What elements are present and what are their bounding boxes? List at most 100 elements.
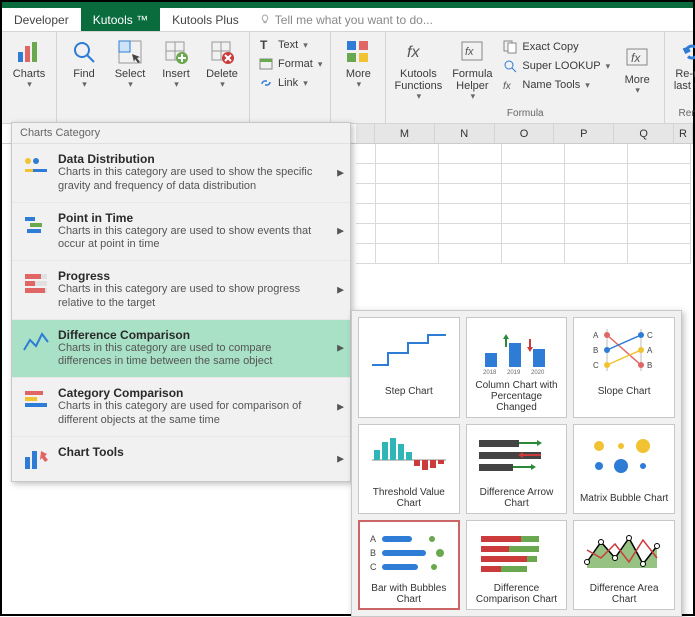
chart-slope[interactable]: AC BA CB Slope Chart [573, 317, 675, 418]
formula-helper-icon: fx [458, 38, 486, 66]
chart-label: Difference Comparison Chart [471, 583, 563, 605]
find-label: Find [73, 68, 94, 80]
col-h-Q[interactable]: Q [614, 124, 674, 143]
svg-text:B: B [593, 346, 598, 355]
category-category-comparison[interactable]: Category Comparison Charts in this categ… [12, 378, 350, 437]
delete-label: Delete [206, 68, 238, 80]
group-charts: Charts [2, 32, 57, 123]
rerun-button[interactable]: Re-run last utili [669, 34, 695, 96]
kutools-functions-label: Kutools Functions [392, 68, 444, 92]
more-button[interactable]: More [335, 34, 381, 94]
col-h-M[interactable]: M [375, 124, 435, 143]
category-difference-comparison[interactable]: Difference Comparison Charts in this cat… [12, 320, 350, 379]
find-icon [70, 38, 98, 66]
svg-text:B: B [647, 361, 652, 370]
tell-me-text: Tell me what you want to do... [275, 13, 433, 27]
tab-kutools-plus[interactable]: Kutools Plus [160, 8, 251, 31]
category-title: Category Comparison [58, 386, 326, 400]
category-desc: Charts in this category are used to show… [58, 283, 326, 311]
format-icon [258, 56, 274, 72]
category-title: Difference Comparison [58, 328, 326, 342]
submenu-arrow-icon: ▶ [337, 226, 344, 237]
link-icon [258, 75, 274, 91]
chart-step[interactable]: Step Chart [358, 317, 460, 418]
submenu-arrow-icon: ▶ [337, 401, 344, 412]
col-h-P[interactable]: P [554, 124, 614, 143]
col-h-O[interactable]: O [495, 124, 555, 143]
format-button[interactable]: Format [254, 55, 326, 73]
chart-matrix-bubble[interactable]: Matrix Bubble Chart [573, 424, 675, 514]
name-tools-icon: fx [502, 77, 518, 93]
insert-button[interactable]: Insert [153, 34, 199, 94]
category-desc: Charts in this category are used to show… [58, 166, 326, 194]
super-lookup-icon [502, 58, 518, 74]
delete-icon [208, 38, 236, 66]
difference-comparison-icon [471, 525, 561, 581]
more2-label: More [625, 74, 650, 86]
find-button[interactable]: Find [61, 34, 107, 94]
submenu-arrow-icon: ▶ [337, 167, 344, 178]
category-title: Data Distribution [58, 152, 326, 166]
chart-tools-icon [22, 445, 50, 473]
chart-label: Slope Chart [598, 380, 651, 402]
select-label: Select [115, 68, 146, 80]
select-button[interactable]: Select [107, 34, 153, 94]
group-label-empty3 [254, 108, 326, 121]
col-h-R[interactable]: R [674, 124, 693, 143]
rerun-label: Re-run last utili [671, 68, 695, 92]
ribbon: Charts Find Select Inser [2, 32, 693, 124]
chart-difference-comparison[interactable]: Difference Comparison Chart [466, 520, 568, 610]
col-h-N[interactable]: N [435, 124, 495, 143]
formula-helper-label: Formula Helper [448, 68, 496, 92]
chart-difference-area[interactable]: Difference Area Chart [573, 520, 675, 610]
formula-helper-button[interactable]: fx Formula Helper [446, 34, 498, 106]
svg-text:2020: 2020 [531, 370, 545, 375]
svg-text:A: A [647, 346, 653, 355]
chart-bar-bubbles[interactable]: A B C Bar with Bubbles Chart [358, 520, 460, 610]
text-icon: T [258, 37, 274, 53]
group-formula: fx Kutools Functions fx Formula Helper E… [386, 32, 665, 123]
category-desc: Charts in this category are used to comp… [58, 342, 326, 370]
group-text-format-link: T Text Format Link [250, 32, 331, 123]
category-title: Progress [58, 269, 326, 283]
chart-difference-arrow[interactable]: Difference Arrow Chart [466, 424, 568, 514]
text-button[interactable]: T Text [254, 36, 326, 54]
col-h-blank[interactable] [356, 124, 375, 143]
category-progress[interactable]: Progress Charts in this category are use… [12, 261, 350, 320]
chart-label: Matrix Bubble Chart [580, 487, 668, 509]
tell-me-search[interactable]: Tell me what you want to do... [251, 8, 433, 31]
charts-button[interactable]: Charts [6, 34, 52, 94]
kutools-functions-button[interactable]: fx Kutools Functions [390, 34, 446, 106]
name-tools-button[interactable]: fx Name Tools [498, 76, 614, 94]
chart-threshold[interactable]: Threshold Value Chart [358, 424, 460, 514]
insert-icon [162, 38, 190, 66]
tab-kutools[interactable]: Kutools ™ [81, 8, 160, 31]
charts-icon [15, 38, 43, 66]
chart-label: Column Chart with Percentage Changed [471, 380, 563, 413]
category-title: Point in Time [58, 211, 326, 225]
delete-button[interactable]: Delete [199, 34, 245, 94]
chart-label: Bar with Bubbles Chart [363, 583, 455, 605]
data-distribution-icon [22, 152, 50, 180]
super-lookup-button[interactable]: Super LOOKUP [498, 57, 614, 75]
group-rerun: Re-run last utili Rerun [665, 32, 695, 123]
svg-text:fx: fx [465, 46, 474, 58]
exact-copy-icon [502, 39, 518, 55]
progress-icon [22, 269, 50, 297]
rerun-icon [678, 38, 695, 66]
svg-text:C: C [370, 562, 377, 572]
charts-label: Charts [13, 68, 45, 80]
group-label-rerun: Rerun [669, 108, 695, 121]
step-chart-icon [364, 322, 454, 378]
category-data-distribution[interactable]: Data Distribution Charts in this categor… [12, 144, 350, 203]
tab-developer[interactable]: Developer [2, 8, 81, 31]
charts-category-menu: Charts Category Data Distribution Charts… [11, 122, 351, 482]
submenu-arrow-icon: ▶ [337, 453, 344, 464]
exact-copy-button[interactable]: Exact Copy [498, 38, 614, 56]
link-button[interactable]: Link [254, 74, 326, 92]
chart-column-percentage[interactable]: 2018 2019 2020 Column Chart with Percent… [466, 317, 568, 418]
more2-button[interactable]: fx More [614, 34, 660, 106]
category-chart-tools[interactable]: Chart Tools ▶ [12, 437, 350, 481]
category-point-in-time[interactable]: Point in Time Charts in this category ar… [12, 203, 350, 262]
super-lookup-label: Super LOOKUP [522, 60, 600, 72]
